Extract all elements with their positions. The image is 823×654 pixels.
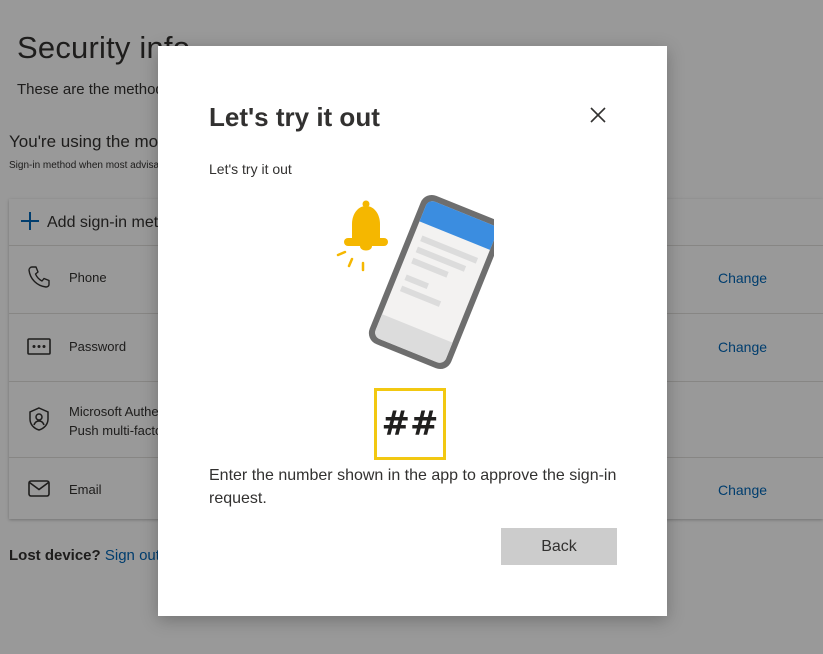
smartphone-icon — [368, 194, 494, 370]
try-it-out-dialog: Let's try it out Let's try it out ## Ent… — [158, 46, 667, 616]
dialog-subtitle: Let's try it out — [209, 161, 292, 177]
back-button[interactable]: Back — [501, 528, 617, 565]
approval-number: ## — [381, 404, 439, 444]
dialog-message: Enter the number shown in the app to app… — [209, 467, 617, 507]
dialog-title: Let's try it out — [209, 102, 380, 132]
close-icon[interactable] — [585, 102, 611, 128]
bell-icon — [336, 200, 388, 272]
approval-number-box: ## — [374, 388, 446, 460]
phone-notification-illustration — [336, 194, 494, 370]
